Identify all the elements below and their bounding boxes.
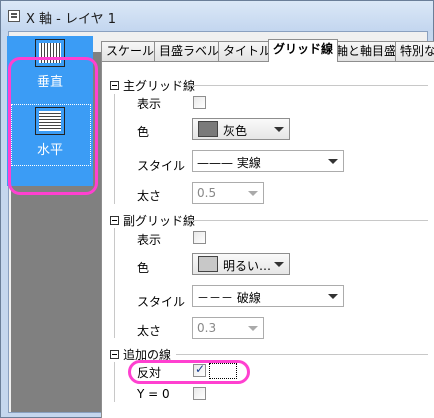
- minor-grid-title: 副グリッド線: [123, 214, 196, 228]
- minor-color-swatch: [198, 256, 218, 272]
- minor-color-value: 明るい…: [223, 259, 272, 273]
- minor-color-dropdown[interactable]: 明るい…: [192, 253, 290, 275]
- left-highlight-annotation: [8, 57, 98, 195]
- tree-line: [114, 362, 115, 402]
- tab-tick-labels[interactable]: 目盛ラベル: [154, 41, 225, 61]
- tab-scale[interactable]: スケール: [101, 41, 160, 61]
- minor-grid-header[interactable]: 副グリッド線: [110, 212, 195, 228]
- chevron-down-icon: [328, 159, 338, 164]
- y0-checkbox[interactable]: [193, 387, 206, 400]
- minor-style-label: スタイル: [137, 295, 186, 309]
- minor-show-label: 表示: [137, 233, 162, 247]
- major-width-dropdown[interactable]: 0.5: [192, 182, 264, 204]
- tab-strip: スケール 目盛ラベル タイトル グリッド線 軸と軸目盛 特別な: [97, 39, 434, 62]
- tree-line: [114, 228, 115, 338]
- divider: [188, 85, 428, 86]
- collapse-icon[interactable]: [110, 216, 119, 225]
- collapse-icon[interactable]: [110, 81, 119, 90]
- major-color-dropdown[interactable]: 灰色: [192, 118, 290, 140]
- major-show-checkbox[interactable]: [193, 96, 206, 109]
- major-style-dropdown[interactable]: ——— 実線: [192, 150, 344, 172]
- title-bar: X 軸 - レイヤ 1: [1, 1, 433, 31]
- opposite-highlight-annotation: [128, 360, 250, 384]
- major-color-label: 色: [137, 125, 150, 139]
- tree-line: [114, 94, 115, 204]
- divider: [188, 220, 428, 221]
- major-width-value: 0.5: [197, 186, 217, 200]
- major-grid-header[interactable]: 主グリッド線: [110, 77, 195, 93]
- minor-width-label: 太さ: [137, 324, 162, 338]
- window-title: X 軸 - レイヤ 1: [26, 12, 117, 27]
- chevron-down-icon: [248, 191, 258, 196]
- minor-width-value: 0.3: [197, 321, 217, 335]
- major-color-value: 灰色: [223, 124, 248, 138]
- major-width-label: 太さ: [137, 189, 162, 203]
- window-icon: [8, 10, 20, 22]
- minor-style-dropdown[interactable]: －－－ 破線: [192, 285, 344, 307]
- tab-grid-lines[interactable]: グリッド線: [268, 39, 339, 62]
- collapse-icon[interactable]: [110, 350, 119, 359]
- chevron-down-icon: [328, 294, 338, 299]
- chevron-down-icon: [248, 326, 258, 331]
- minor-style-value: －－－ 破線: [197, 291, 261, 305]
- major-color-swatch: [198, 121, 218, 137]
- major-grid-title: 主グリッド線: [123, 79, 196, 93]
- minor-width-dropdown[interactable]: 0.3: [192, 317, 264, 339]
- minor-show-checkbox[interactable]: [193, 231, 206, 244]
- minor-color-label: 色: [137, 261, 150, 275]
- tab-special[interactable]: 特別な: [395, 41, 434, 61]
- y0-label: Y = 0: [137, 387, 170, 401]
- major-style-value: ——— 実線: [197, 156, 261, 170]
- divider: [176, 354, 428, 355]
- major-style-label: スタイル: [137, 159, 186, 173]
- tab-axis-ticks[interactable]: 軸と軸目盛: [331, 41, 402, 61]
- chevron-down-icon: [274, 262, 284, 267]
- major-show-label: 表示: [137, 97, 162, 111]
- chevron-down-icon: [274, 127, 284, 132]
